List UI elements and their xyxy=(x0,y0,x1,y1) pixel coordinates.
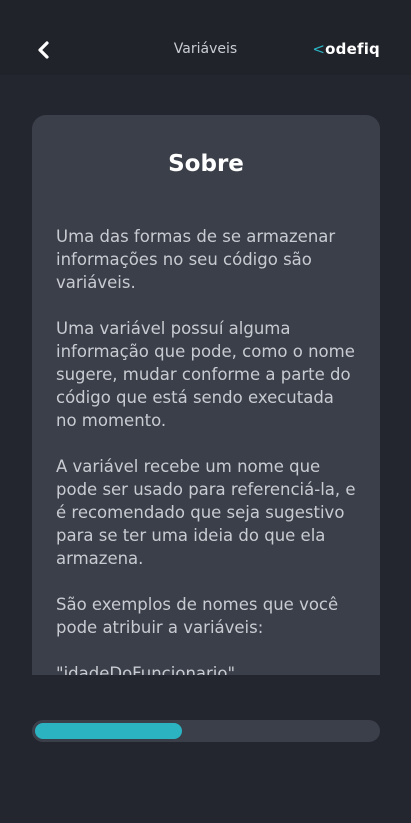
brand-text: odefiq xyxy=(325,40,380,58)
paragraph: São exemplos de nomes que você pode atri… xyxy=(56,595,339,637)
card-title: Sobre xyxy=(168,151,244,177)
paragraph: Uma variável possuí alguma informação qu… xyxy=(56,319,355,430)
progress-bar xyxy=(32,720,380,742)
screen: Variáveis <odefiq Sobre Uma das formas d… xyxy=(0,0,411,823)
card-body: Uma das formas de se armazenar informaçõ… xyxy=(56,225,356,675)
brand-logo: <odefiq xyxy=(312,40,380,58)
paragraph: "idadeDoFuncionario" xyxy=(56,664,236,675)
brand-bracket: < xyxy=(312,40,326,58)
content-card[interactable]: Sobre Uma das formas de se armazenar inf… xyxy=(32,115,380,675)
progress-fill xyxy=(35,723,182,739)
paragraph: A variável recebe um nome que pode ser u… xyxy=(56,457,356,568)
paragraph: Uma das formas de se armazenar informaçõ… xyxy=(56,227,336,292)
app-header: Variáveis <odefiq xyxy=(0,0,411,75)
